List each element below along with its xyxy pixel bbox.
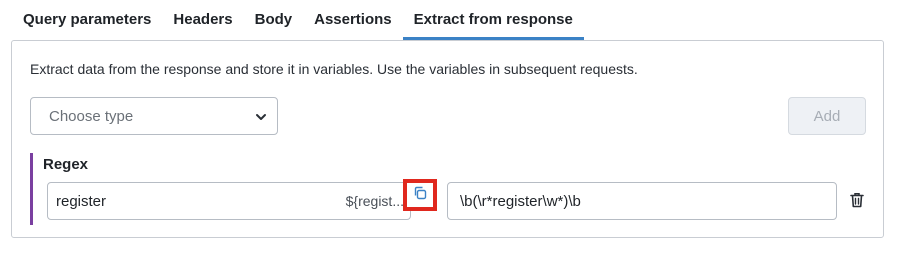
type-select[interactable]: Choose type [30, 97, 278, 135]
extraction-type-label: Regex [43, 156, 89, 173]
regex-expression-value: \b(\r*register\w*)\b [460, 192, 581, 210]
type-select-placeholder: Choose type [49, 107, 134, 125]
regex-extraction: Regex register ${regist... \b(\r*registe… [30, 153, 870, 225]
chevron-down-icon [255, 110, 267, 122]
tab-query-parameters[interactable]: Query parameters [0, 0, 162, 38]
trash-icon[interactable] [849, 191, 865, 209]
panel-description: Extract data from the response and store… [30, 61, 638, 77]
variable-name-field[interactable]: register ${regist... [47, 182, 411, 220]
tab-headers[interactable]: Headers [162, 0, 243, 38]
add-button[interactable]: Add [788, 97, 866, 135]
regex-expression-field[interactable]: \b(\r*register\w*)\b [447, 182, 837, 220]
tab-bar: Query parameters Headers Body Assertions… [0, 0, 900, 40]
tab-assertions[interactable]: Assertions [303, 0, 403, 38]
copy-icon [413, 186, 427, 205]
copy-variable-button[interactable] [403, 179, 437, 211]
variable-reference: ${regist... [345, 193, 404, 209]
extract-panel: Extract data from the response and store… [11, 40, 884, 238]
variable-name-value: register [56, 192, 107, 210]
tab-extract-from-response[interactable]: Extract from response [402, 0, 584, 40]
tab-body[interactable]: Body [244, 0, 304, 38]
